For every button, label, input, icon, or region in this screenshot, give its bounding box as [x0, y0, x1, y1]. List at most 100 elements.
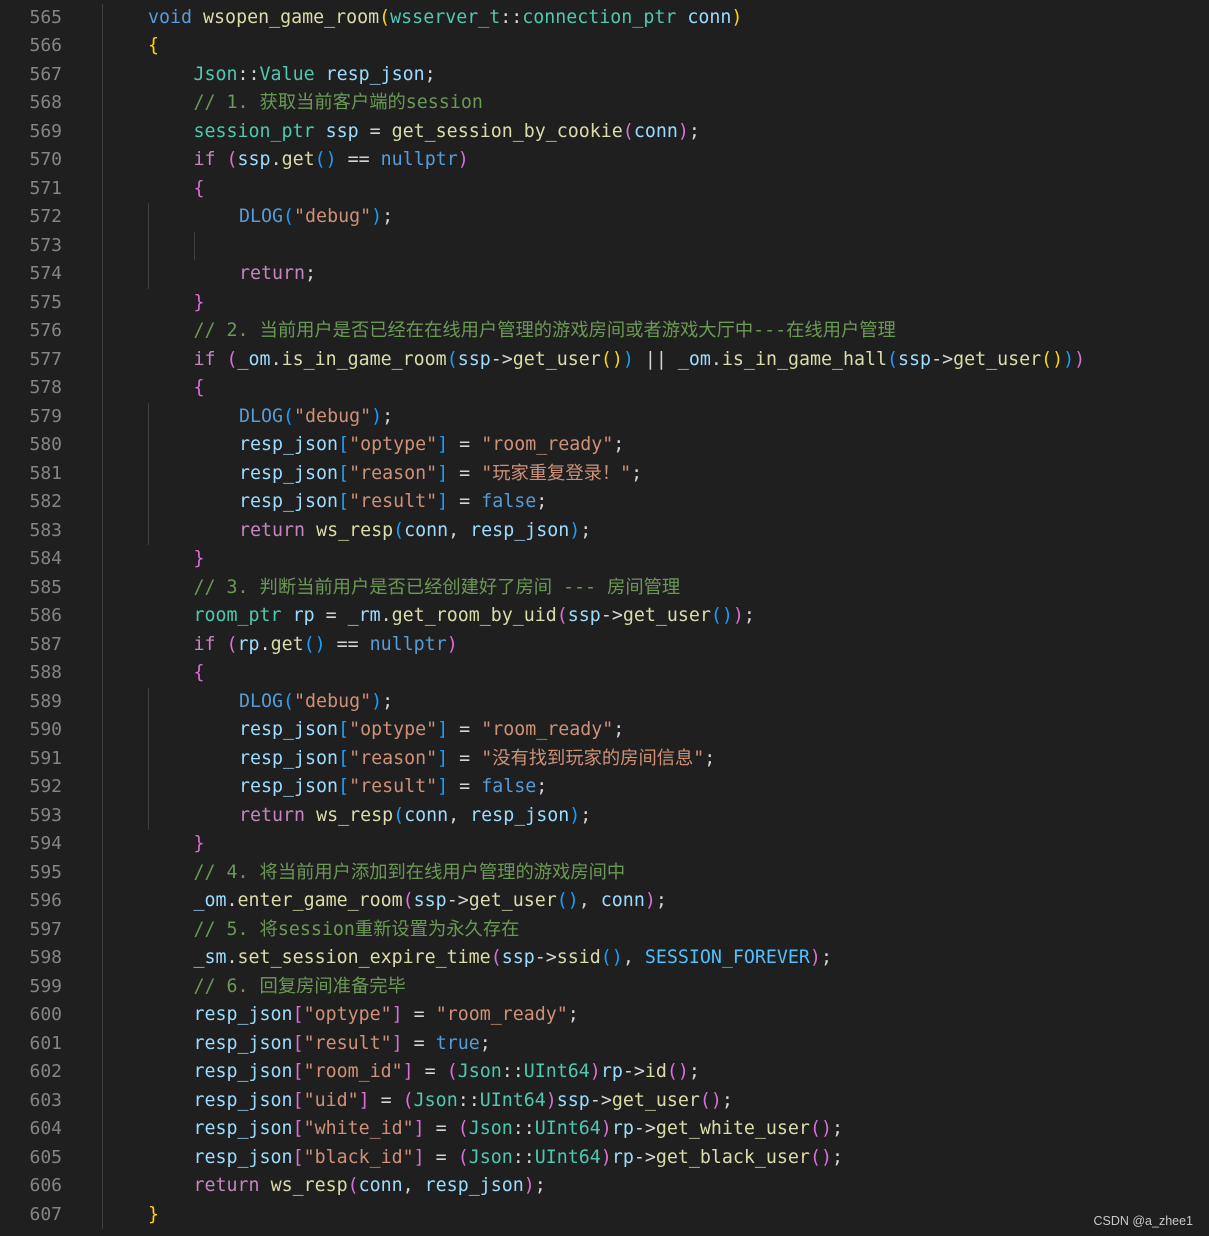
indent-guide	[148, 801, 149, 830]
code-text: session_ptr ssp = get_session_by_cookie(…	[194, 118, 700, 147]
gutter-border	[102, 602, 103, 631]
line-number: 571	[29, 177, 62, 199]
code-token: wsopen_game_room	[203, 6, 380, 28]
code-line[interactable]: 583 return ws_resp(conn, resp_json);	[0, 516, 1209, 545]
code-token: ]	[437, 747, 449, 769]
code-text: if (_om.is_in_game_room(ssp->get_user())…	[194, 346, 1086, 375]
code-token: ()	[699, 1089, 722, 1111]
line-number: 587	[29, 633, 62, 655]
code-token: ->	[446, 890, 469, 911]
code-line[interactable]: 607}	[0, 1200, 1209, 1229]
code-token: get_user	[611, 1089, 700, 1111]
code-line[interactable]: 582 resp_json["result"] = false;	[0, 488, 1209, 517]
code-line[interactable]: 595 // 4. 将当前用户添加到在线用户管理的游戏房间中	[0, 858, 1209, 887]
code-token: ()	[556, 890, 579, 911]
code-token: .	[259, 633, 271, 655]
code-line[interactable]: 585 // 3. 判断当前用户是否已经创建好了房间 --- 房间管理	[0, 573, 1209, 602]
gutter-border	[102, 545, 103, 574]
code-line[interactable]: 565 void wsopen_game_room(wsserver_t::con…	[0, 3, 1209, 32]
code-line[interactable]: 596 _om.enter_game_room(ssp->get_user(), …	[0, 887, 1209, 916]
code-token: connection_ptr	[522, 6, 677, 28]
code-line[interactable]: 569 session_ptr ssp = get_session_by_cook…	[0, 117, 1209, 147]
code-token: =	[448, 776, 482, 797]
code-line[interactable]: 584}	[0, 545, 1209, 574]
code-token: ,	[622, 947, 645, 968]
code-line[interactable]: 572 DLOG("debug");	[0, 203, 1209, 232]
code-line[interactable]: 570 if (ssp.get() == nullptr)	[0, 146, 1209, 175]
code-line[interactable]: 567 Json::Value resp_json;	[0, 60, 1209, 89]
code-token: ==	[336, 149, 381, 170]
code-editor[interactable]: 565 void wsopen_game_room(wsserver_t::con…	[0, 0, 1209, 1236]
code-line[interactable]: 602 resp_json["room_id"] = (Json::UInt64)…	[0, 1058, 1209, 1087]
code-line[interactable]: 592 resp_json["result"] = false;	[0, 773, 1209, 802]
code-token: resp_json	[239, 491, 339, 512]
gutter-border	[102, 431, 103, 460]
code-text: {	[194, 659, 205, 688]
code-token: ]	[358, 1089, 370, 1111]
code-line[interactable]: 601 resp_json["result"] = true;	[0, 1029, 1209, 1058]
line-number: 588	[29, 662, 62, 683]
code-line[interactable]: 571 {	[0, 174, 1209, 203]
code-token: id	[644, 1061, 667, 1082]
code-line[interactable]: 581 resp_json["reason"] = "玩家重复登录！";	[0, 459, 1209, 488]
code-token: )	[457, 149, 469, 170]
indent-guide	[148, 773, 149, 802]
code-line[interactable]: 606 return ws_resp(conn, resp_json);	[0, 1172, 1209, 1201]
code-token: [	[338, 776, 350, 797]
code-line[interactable]: 579 DLOG("debug");	[0, 402, 1209, 431]
code-line[interactable]: 598 _sm.set_session_expire_time(ssp->ssid…	[0, 944, 1209, 973]
code-token: ;	[305, 263, 317, 284]
code-line[interactable]: 591 resp_json["reason"] = "没有找到玩家的房间信息";	[0, 744, 1209, 773]
code-line[interactable]: 586 room_ptr rp = _rm.get_room_by_uid(ssp…	[0, 602, 1209, 631]
code-token: // 3. 判断当前用户是否已经创建好了房间 --- 房间管理	[193, 576, 681, 598]
gutter-border	[102, 1115, 103, 1144]
code-line[interactable]: 588 {	[0, 659, 1209, 688]
code-token: UInt64	[523, 1061, 590, 1082]
code-line[interactable]: 604 resp_json["white_id"] = (Json::UInt64…	[0, 1115, 1209, 1144]
code-token: rp	[237, 633, 260, 655]
code-token: ;	[567, 1004, 579, 1025]
code-token: "room_id"	[303, 1061, 403, 1082]
code-line[interactable]: 589 DLOG("debug");	[0, 687, 1209, 716]
code-line[interactable]: 573	[0, 231, 1209, 260]
code-line[interactable]: 590 resp_json["optype"] = "room_ready";	[0, 716, 1209, 745]
code-token: (	[283, 206, 295, 227]
gutter-border	[102, 972, 103, 1001]
code-line[interactable]: 605 resp_json["black_id"] = (Json::UInt64…	[0, 1143, 1209, 1172]
code-line[interactable]: 577 if (_om.is_in_game_room(ssp->get_user…	[0, 345, 1209, 375]
code-token: ;	[831, 1146, 843, 1168]
code-line[interactable]: 593 return ws_resp(conn, resp_json);	[0, 801, 1209, 831]
code-token: ssp	[413, 890, 447, 911]
code-line[interactable]: 587 if (rp.get() == nullptr)	[0, 630, 1209, 659]
code-text: resp_json["optype"] = "room_ready";	[239, 431, 624, 460]
code-token: .	[270, 348, 282, 370]
code-token: (	[226, 633, 238, 655]
code-line[interactable]: 580 resp_json["optype"] = "room_ready";	[0, 431, 1209, 460]
code-token: }	[193, 548, 205, 569]
code-line[interactable]: 603 resp_json["uid"] = (Json::UInt64)ssp-…	[0, 1086, 1209, 1115]
code-token: ||	[633, 348, 678, 370]
code-token: [	[338, 434, 350, 455]
code-line[interactable]: 599 // 6. 回复房间准备完毕	[0, 972, 1209, 1001]
code-line[interactable]: 574 return;	[0, 260, 1209, 289]
code-line[interactable]: 600 resp_json["optype"] = "room_ready";	[0, 1001, 1209, 1030]
code-line[interactable]: 568 // 1. 获取当前客户端的session	[0, 89, 1209, 118]
code-line[interactable]: 594}	[0, 830, 1209, 859]
line-number: 578	[29, 377, 62, 398]
code-line[interactable]: 597 // 5. 将session重新设置为永久存在	[0, 915, 1209, 944]
code-token: get_user	[622, 605, 711, 626]
code-token: resp_json	[239, 776, 339, 797]
code-token: ;	[382, 690, 394, 712]
code-token: ->	[931, 348, 954, 370]
line-number: 604	[29, 1118, 62, 1139]
code-token: if	[193, 149, 216, 170]
code-line[interactable]: 575}	[0, 288, 1209, 317]
code-token: ;	[631, 462, 643, 484]
code-text: return ws_resp(conn, resp_json);	[239, 802, 591, 831]
line-number: 579	[29, 405, 62, 427]
code-line[interactable]: 576 // 2. 当前用户是否已经在在线用户管理的游戏房间或者游戏大厅中---在…	[0, 317, 1209, 346]
gutter-border	[102, 203, 103, 232]
code-token: ;	[382, 405, 394, 427]
code-line[interactable]: 578 {	[0, 374, 1209, 403]
code-line[interactable]: 566 {	[0, 32, 1209, 61]
